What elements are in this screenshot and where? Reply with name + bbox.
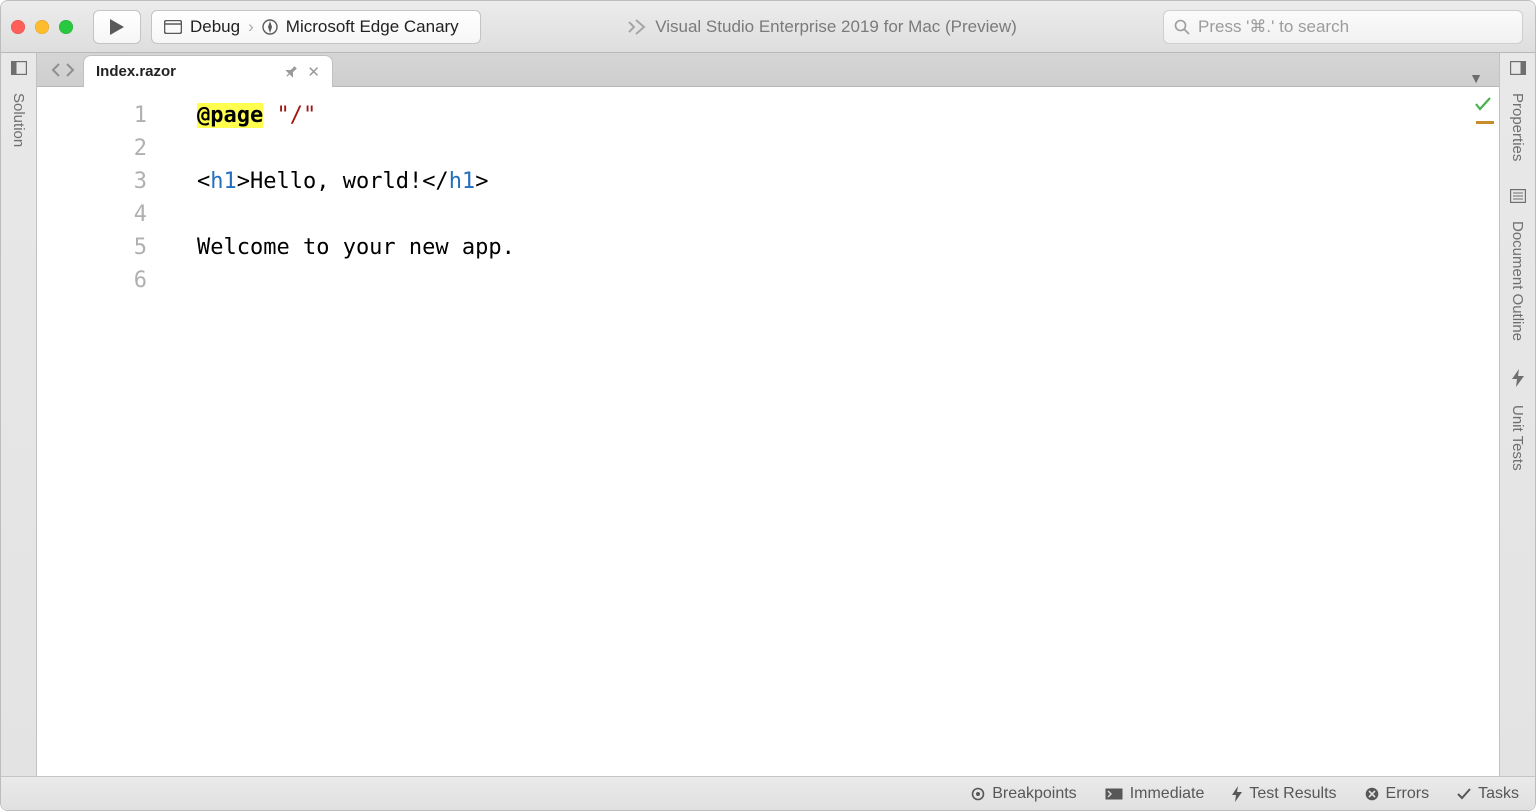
zoom-window[interactable] bbox=[59, 20, 73, 34]
check-icon bbox=[1475, 97, 1491, 111]
code-content[interactable]: @page "/" <h1>Hello, world!</h1> Welcome… bbox=[197, 87, 1499, 776]
config-name: Debug bbox=[190, 17, 240, 37]
bolt-icon bbox=[1232, 786, 1242, 802]
line-number: 3 bbox=[37, 165, 147, 198]
status-breakpoints[interactable]: Breakpoints bbox=[971, 785, 1077, 803]
vs-icon bbox=[627, 17, 647, 37]
tab-bar: Index.razor ✕ ▼ bbox=[37, 53, 1499, 87]
nav-back[interactable] bbox=[51, 63, 61, 77]
tab-nav bbox=[43, 53, 83, 86]
scroll-marker bbox=[1476, 121, 1494, 124]
sidebar-item-properties[interactable]: Properties bbox=[1509, 93, 1526, 161]
bolt-icon[interactable] bbox=[1512, 369, 1524, 387]
editor-area: Index.razor ✕ ▼ 1 2 3 4 5 6 @page "/" <h bbox=[37, 53, 1499, 776]
html-tag: h1 bbox=[449, 169, 476, 194]
sidebar-item-document-outline[interactable]: Document Outline bbox=[1509, 221, 1526, 341]
window-controls bbox=[11, 20, 73, 34]
app-title-text: Visual Studio Enterprise 2019 for Mac (P… bbox=[655, 17, 1017, 37]
right-siderail: Properties Document Outline Unit Tests bbox=[1499, 53, 1535, 776]
panel-icon[interactable] bbox=[1510, 189, 1526, 203]
app-title: Visual Studio Enterprise 2019 for Mac (P… bbox=[627, 17, 1017, 37]
titlebar: Debug › Microsoft Edge Canary Visual Stu… bbox=[1, 1, 1535, 53]
search-placeholder: Press '⌘.' to search bbox=[1198, 17, 1349, 37]
panel-icon[interactable] bbox=[1510, 61, 1526, 75]
line-number: 6 bbox=[37, 264, 147, 297]
window-icon bbox=[164, 20, 182, 34]
html-tag: h1 bbox=[210, 169, 237, 194]
run-button[interactable] bbox=[93, 10, 141, 44]
left-siderail: Solution bbox=[1, 53, 37, 776]
panel-icon[interactable] bbox=[11, 61, 27, 75]
close-window[interactable] bbox=[11, 20, 25, 34]
tab-label: Index.razor bbox=[96, 63, 176, 80]
line-number: 5 bbox=[37, 231, 147, 264]
razor-directive: @page bbox=[197, 103, 263, 128]
string-literal: "/" bbox=[276, 103, 316, 128]
check-icon bbox=[1457, 788, 1471, 800]
compass-icon bbox=[262, 19, 278, 35]
terminal-icon bbox=[1105, 788, 1123, 800]
minimize-window[interactable] bbox=[35, 20, 49, 34]
line-number: 2 bbox=[37, 132, 147, 165]
tab-overflow[interactable]: ▼ bbox=[1459, 70, 1493, 86]
nav-forward[interactable] bbox=[65, 63, 75, 77]
chevron-right-icon: › bbox=[248, 17, 254, 37]
main: Solution Index.razor ✕ ▼ bbox=[1, 53, 1535, 776]
run-config-selector[interactable]: Debug › Microsoft Edge Canary bbox=[151, 10, 481, 44]
status-test-results[interactable]: Test Results bbox=[1232, 785, 1336, 803]
sidebar-item-unit-tests[interactable]: Unit Tests bbox=[1509, 405, 1526, 471]
code-editor[interactable]: 1 2 3 4 5 6 @page "/" <h1>Hello, world!<… bbox=[37, 87, 1499, 776]
pin-icon[interactable] bbox=[285, 66, 297, 78]
play-icon bbox=[110, 19, 124, 35]
sidebar-item-solution[interactable]: Solution bbox=[10, 93, 27, 147]
line-number: 1 bbox=[37, 99, 147, 132]
search-input[interactable]: Press '⌘.' to search bbox=[1163, 10, 1523, 44]
status-tasks[interactable]: Tasks bbox=[1457, 785, 1519, 803]
tab-index-razor[interactable]: Index.razor ✕ bbox=[83, 55, 333, 87]
breakpoint-icon bbox=[971, 787, 985, 801]
line-number: 4 bbox=[37, 198, 147, 231]
error-icon bbox=[1365, 787, 1379, 801]
run-target: Microsoft Edge Canary bbox=[286, 17, 459, 37]
status-errors[interactable]: Errors bbox=[1365, 785, 1430, 803]
status-immediate[interactable]: Immediate bbox=[1105, 785, 1205, 803]
search-icon bbox=[1174, 19, 1190, 35]
status-bar: Breakpoints Immediate Test Results Error… bbox=[1, 776, 1535, 810]
close-icon[interactable]: ✕ bbox=[307, 63, 320, 81]
line-gutter: 1 2 3 4 5 6 bbox=[37, 87, 197, 776]
